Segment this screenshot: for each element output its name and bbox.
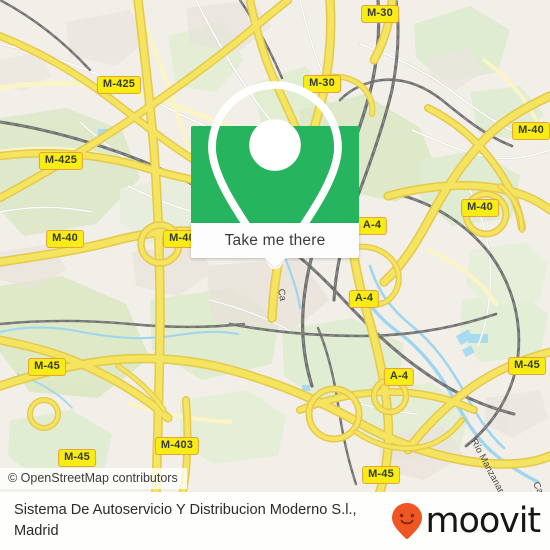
- road-shield: M-425: [38, 152, 84, 170]
- road-shield: M-45: [58, 449, 96, 467]
- callout-icon-area: [191, 80, 359, 269]
- road-shield: A-4: [356, 217, 388, 235]
- callout-pointer: [265, 258, 285, 268]
- road-shield: M-45: [362, 466, 400, 484]
- moovit-place-card-screenshot: .mw{fill:none;stroke:#f5e45f;stroke-line…: [0, 0, 550, 550]
- map-pin-icon: [208, 80, 342, 269]
- road-shield: M-403: [154, 437, 200, 455]
- road-shield: M-40: [461, 199, 499, 217]
- take-me-there-button[interactable]: Take me there: [191, 223, 359, 268]
- road-shield: M-425: [96, 76, 142, 94]
- road-shield: M-45: [508, 357, 546, 375]
- road-shield: M-40: [46, 230, 84, 248]
- footer-bar: Sistema De Autoservicio Y Distribucion M…: [0, 492, 550, 550]
- road-shield: A-4: [383, 368, 415, 386]
- road-shield: M-40: [512, 122, 550, 140]
- road-shield: M-45: [28, 358, 66, 376]
- moovit-wordmark: moovit: [425, 500, 542, 541]
- road-shield: M-30: [361, 5, 399, 23]
- moovit-pin-logo-icon: [391, 503, 422, 539]
- moovit-brand[interactable]: moovit: [390, 501, 550, 541]
- place-title: Sistema De Autoservicio Y Distribucion M…: [14, 502, 357, 539]
- take-me-there-label: Take me there: [224, 231, 326, 249]
- osm-attribution[interactable]: © OpenStreetMap contributors: [0, 468, 187, 490]
- map-canvas[interactable]: .mw{fill:none;stroke:#f5e45f;stroke-line…: [0, 0, 550, 492]
- place-callout-card[interactable]: Take me there: [191, 80, 359, 269]
